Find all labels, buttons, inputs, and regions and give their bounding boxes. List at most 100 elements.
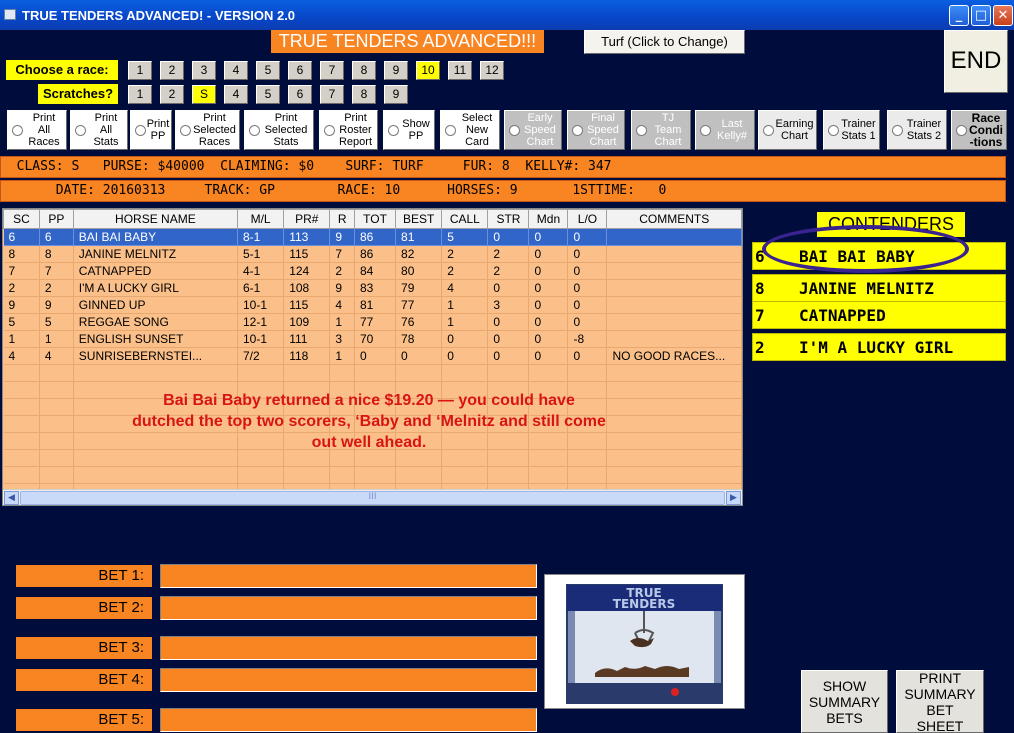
option-button[interactable]: Race Condi -tions xyxy=(951,110,1007,150)
table-row[interactable]: 6 6 BAI BAI BABY 8-1 113 9 86 81 5 0 0 0 xyxy=(3,228,742,246)
option-label: Trainer Stats 1 xyxy=(841,118,876,142)
column-header[interactable]: Mdn xyxy=(528,209,569,229)
bet-field[interactable] xyxy=(160,596,537,620)
column-header[interactable]: M/L xyxy=(236,209,285,229)
scroll-right-icon[interactable]: ▶ xyxy=(726,491,741,505)
radio-icon[interactable] xyxy=(956,125,967,136)
scroll-thumb[interactable]: III xyxy=(20,491,725,505)
column-header[interactable]: COMMENTS xyxy=(606,209,742,229)
radio-icon[interactable] xyxy=(12,125,23,136)
option-button[interactable]: Last Kelly# xyxy=(695,110,755,150)
bet-field[interactable] xyxy=(160,564,537,588)
surface-toggle-button[interactable]: Turf (Click to Change) xyxy=(584,30,745,54)
table-cell: 1 xyxy=(329,347,355,365)
radio-icon[interactable] xyxy=(388,125,399,136)
radio-icon[interactable] xyxy=(445,125,456,136)
contender-row[interactable]: 2 I'M A LUCKY GIRL xyxy=(752,333,1006,361)
column-header[interactable]: HORSE NAME xyxy=(72,209,239,229)
scratch-button[interactable]: S xyxy=(192,85,216,104)
option-button[interactable]: Trainer Stats 2 xyxy=(887,110,947,150)
column-header[interactable]: STR xyxy=(487,209,530,229)
column-header[interactable]: L/O xyxy=(567,209,608,229)
column-header[interactable]: SC xyxy=(3,209,40,229)
race-button[interactable]: 9 xyxy=(384,61,408,80)
radio-icon[interactable] xyxy=(636,125,647,136)
race-button[interactable]: 5 xyxy=(256,61,280,80)
table-row[interactable]: 9 9 GINNED UP 10-1 115 4 81 77 1 3 0 0 xyxy=(3,296,742,314)
race-button[interactable]: 7 xyxy=(320,61,344,80)
option-button[interactable]: Final Speed Chart xyxy=(567,110,625,150)
radio-icon[interactable] xyxy=(763,125,774,136)
scratch-button[interactable]: 2 xyxy=(160,85,184,104)
option-button[interactable]: Trainer Stats 1 xyxy=(823,110,880,150)
table-row[interactable]: 2 2 I'M A LUCKY GIRL 6-1 108 9 83 79 4 0 0 0 xyxy=(3,279,742,297)
race-button[interactable]: 12 xyxy=(480,61,504,80)
column-header[interactable]: R xyxy=(329,209,355,229)
radio-icon[interactable] xyxy=(324,125,335,136)
table-row[interactable]: 5 5 REGGAE SONG 12-1 109 1 77 76 1 0 0 0 xyxy=(3,313,742,331)
option-button[interactable]: Print PP xyxy=(130,110,172,150)
column-header[interactable]: BEST xyxy=(395,209,443,229)
race-button[interactable]: 2 xyxy=(160,61,184,80)
scratch-button[interactable]: 1 xyxy=(128,85,152,104)
race-button[interactable]: 8 xyxy=(352,61,376,80)
radio-icon[interactable] xyxy=(700,125,711,136)
race-button[interactable]: 6 xyxy=(288,61,312,80)
show-summary-bets-button[interactable]: SHOW SUMMARY BETS xyxy=(801,670,888,733)
race-button[interactable]: 11 xyxy=(448,61,472,80)
horse-grid[interactable]: SC PP HORSE NAME M/L PR# R TOT BEST CALL STR Mdn L/… xyxy=(2,208,743,506)
contender-row[interactable]: 8 JANINE MELNITZ xyxy=(752,274,1006,302)
option-button[interactable]: Early Speed Chart xyxy=(504,110,562,150)
radio-icon[interactable] xyxy=(249,125,260,136)
contender-row[interactable]: 7 CATNAPPED xyxy=(752,301,1006,329)
column-header[interactable]: CALL xyxy=(441,209,489,229)
option-button[interactable]: Print All Races xyxy=(7,110,67,150)
race-button[interactable]: 1 xyxy=(128,61,152,80)
option-button[interactable]: Print Selected Stats xyxy=(244,110,314,150)
maximize-button[interactable]: □ xyxy=(971,5,991,26)
table-row[interactable]: 1 1 ENGLISH SUNSET 10-1 111 3 70 78 0 0 0 -8 xyxy=(3,330,742,348)
column-header[interactable]: PP xyxy=(38,209,74,229)
scratch-button[interactable]: 7 xyxy=(320,85,344,104)
option-button[interactable]: Select New Card xyxy=(440,110,500,150)
option-button[interactable]: Earning Chart xyxy=(758,110,817,150)
radio-icon[interactable] xyxy=(180,125,191,136)
scratch-button[interactable]: 5 xyxy=(256,85,280,104)
scratch-button[interactable]: 8 xyxy=(352,85,376,104)
race-button[interactable]: 3 xyxy=(192,61,216,80)
radio-icon[interactable] xyxy=(892,125,903,136)
scratch-button[interactable]: 9 xyxy=(384,85,408,104)
close-button[interactable]: ✕ xyxy=(993,5,1013,26)
scratch-button[interactable]: 6 xyxy=(288,85,312,104)
print-summary-bet-sheet-button[interactable]: PRINT SUMMARY BET SHEET xyxy=(896,670,984,733)
table-cell: 5 xyxy=(39,313,74,331)
minimize-button[interactable]: _ xyxy=(949,5,969,26)
title-bar[interactable]: TRUE TENDERS ADVANCED! - VERSION 2.0 _ □… xyxy=(0,0,1014,30)
race-button[interactable]: 4 xyxy=(224,61,248,80)
column-header[interactable]: PR# xyxy=(283,209,331,229)
option-button[interactable]: Print Selected Races xyxy=(175,110,240,150)
radio-icon[interactable] xyxy=(75,125,86,136)
option-button[interactable]: Print All Stats xyxy=(70,110,128,150)
column-header[interactable]: TOT xyxy=(353,209,397,229)
table-cell xyxy=(606,245,742,263)
scratch-button[interactable]: 4 xyxy=(224,85,248,104)
bet-field[interactable] xyxy=(160,668,537,692)
radio-icon[interactable] xyxy=(135,125,146,136)
race-button[interactable]: 10 xyxy=(416,61,440,80)
option-button[interactable]: TJ Team Chart xyxy=(631,110,691,150)
radio-icon[interactable] xyxy=(509,125,520,136)
table-row[interactable]: 4 4 SUNRISEBERNSTEI... 7/2 118 1 0 0 0 0 0 0 NO GOOD… xyxy=(3,347,742,365)
bet-field[interactable] xyxy=(160,708,537,732)
option-button[interactable]: Print Roster Report xyxy=(319,110,378,150)
radio-icon[interactable] xyxy=(828,125,839,136)
bet-field[interactable] xyxy=(160,636,537,660)
scroll-left-icon[interactable]: ◀ xyxy=(4,491,19,505)
radio-icon[interactable] xyxy=(572,125,583,136)
option-label: Show PP xyxy=(402,118,430,142)
horizontal-scrollbar[interactable]: ◀ III ▶ xyxy=(3,489,742,505)
option-button[interactable]: Show PP xyxy=(383,110,435,150)
table-row[interactable]: 8 8 JANINE MELNITZ 5-1 115 7 86 82 2 2 0 0 xyxy=(3,245,742,263)
end-button[interactable]: END xyxy=(944,30,1008,93)
table-row[interactable]: 7 7 CATNAPPED 4-1 124 2 84 80 2 2 0 0 xyxy=(3,262,742,280)
